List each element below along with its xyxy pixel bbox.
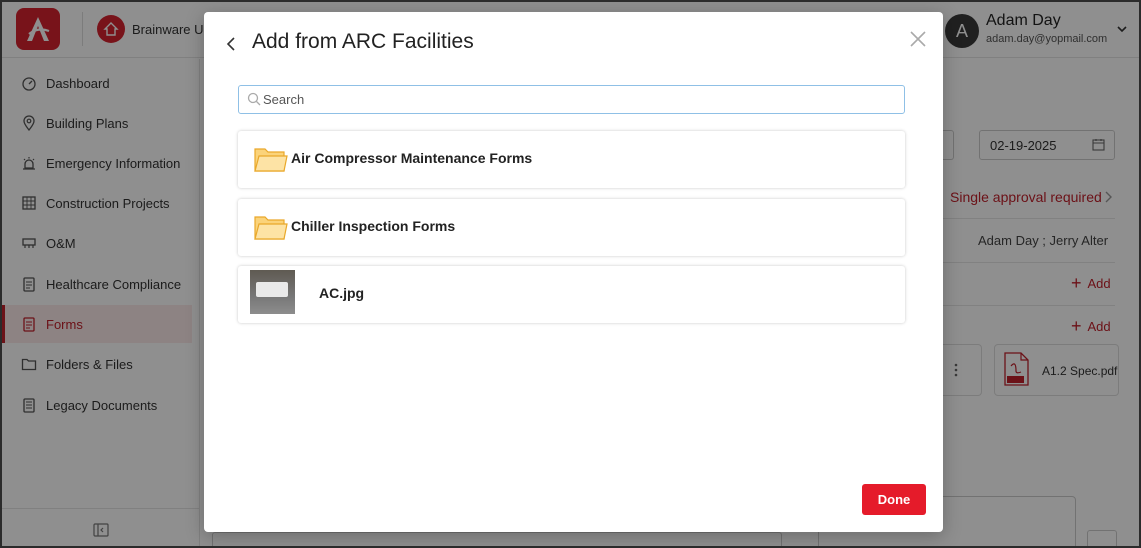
search-input[interactable] (263, 89, 893, 110)
folder-name: Air Compressor Maintenance Forms (291, 150, 533, 166)
close-icon (910, 31, 926, 47)
image-thumbnail (250, 270, 295, 314)
file-name: AC.jpg (319, 285, 365, 301)
done-button[interactable]: Done (862, 484, 926, 515)
app-window: Brainware Ur A Adam Day adam.day@yopmail… (0, 0, 1141, 548)
file-row[interactable]: AC.jpg (238, 266, 905, 323)
folder-row[interactable]: Air Compressor Maintenance Forms (238, 131, 905, 188)
folder-icon (254, 146, 288, 178)
dialog-title: Add from ARC Facilities (252, 30, 474, 53)
folder-name: Chiller Inspection Forms (291, 218, 456, 234)
chevron-left-icon (226, 37, 235, 51)
folder-icon (254, 214, 288, 246)
add-from-facilities-dialog: Add from ARC Facilities Air Compressor M… (204, 12, 943, 532)
folder-row[interactable]: Chiller Inspection Forms (238, 199, 905, 256)
search-icon (247, 92, 261, 111)
back-button[interactable] (221, 34, 241, 54)
close-button[interactable] (907, 28, 929, 50)
search-field (238, 85, 905, 114)
